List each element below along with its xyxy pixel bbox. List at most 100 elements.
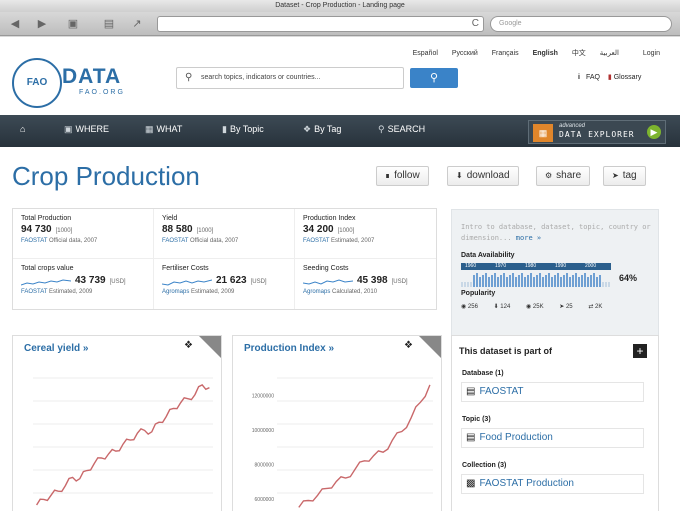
stat-unit: [1000] [196,228,214,234]
availability-bar [563,275,565,287]
lang-zh[interactable]: 中文 [572,50,586,57]
download-label: download [466,170,510,181]
address-bar[interactable]: C [157,16,484,32]
availability-bar [500,275,502,287]
nav-by-tag[interactable]: ❖ By Tag [303,124,341,135]
availability-bar [497,277,499,287]
stat-source-link[interactable]: FAOSTAT [303,238,329,244]
cereal-yield-title[interactable]: Cereal yield » [24,343,88,354]
logo-subtext: FAO.ORG [79,89,125,96]
availability-bar [461,282,463,287]
share-icon[interactable]: ↗ [128,16,146,32]
availability-bar [572,275,574,287]
popularity-label: Popularity [461,290,496,297]
stat-total-crops-value: Total crops value 43 739 [USD] FAOSTAT Es… [13,259,154,309]
production-index-title[interactable]: Production Index » [244,343,334,354]
more-link[interactable]: more » [516,234,541,242]
collection-item[interactable]: ▩ FAOSTAT Production [461,474,644,494]
reader-icon[interactable]: ▤ [100,16,118,32]
lang-es[interactable]: Español [413,50,438,57]
logo-text[interactable]: DATA [62,65,121,89]
stat-source-link[interactable]: Agromaps [162,289,189,295]
lang-en[interactable]: English [533,50,558,57]
tag-icon: ❖ [303,124,312,134]
bookmarks-icon[interactable]: ▣ [64,16,82,32]
stat-value: 88 580 [162,224,193,235]
nav-where[interactable]: ▣ WHERE [64,124,109,135]
data-explorer-button[interactable]: ▦ advanced DATA EXPLORER ▶ [528,120,666,144]
main-nav: ⌂ ▣ WHERE ▦ WHAT ▮ By Topic ❖ By Tag ⚲ SEARCH… [0,115,680,147]
glossary-link[interactable]: Glossary [614,74,642,81]
year-label: 2000 [585,263,597,269]
availability-bar [542,277,544,287]
stat-source-link[interactable]: FAOSTAT [21,238,47,244]
lang-fr[interactable]: Français [492,50,519,57]
add-icon[interactable]: + [633,344,647,358]
site-search-input[interactable]: ⚲ search topics, indicators or countries… [176,67,404,89]
nav-search[interactable]: ⚲ SEARCH [378,124,425,135]
availability-bar [593,273,595,287]
y-tick-label: 8000000 [255,462,275,468]
database-item[interactable]: ▤ FAOSTAT [461,382,644,402]
follow-button[interactable]: ∎ follow [376,166,429,186]
availability-bar [530,273,532,287]
stat-source-link[interactable]: Agromaps [303,289,330,295]
collection-icon: ▩ [466,478,476,489]
stat-unit: [1000] [55,228,73,234]
search-button[interactable]: ⚲ [410,68,458,88]
stat-note: Calculated, 2010 [332,289,378,295]
forward-icon[interactable]: ▶ [33,16,51,32]
faq-link[interactable]: FAQ [586,74,600,81]
stat-unit: [1000] [337,228,355,234]
stat-source-link[interactable]: FAOSTAT [21,289,47,295]
sparkline [303,279,353,285]
arrow-right-icon: ▶ [647,125,661,139]
explorer-advanced-label: advanced [559,123,586,129]
nav-what-label: WHAT [156,124,183,134]
indicator-summary: Total Production 94 730 [1000] FAOSTAT Of… [12,208,437,310]
home-icon[interactable]: ⌂ [20,124,25,134]
tag-icon[interactable]: ❖ [404,340,413,351]
nav-where-label: WHERE [75,124,110,134]
lang-ar[interactable]: العربية [600,50,619,57]
availability-bar [599,275,601,287]
availability-bar [608,282,610,287]
info-icon: i [578,74,580,81]
availability-bar [485,273,487,287]
download-icon: ⬇ [456,171,463,180]
login-link[interactable]: Login [643,50,660,57]
sparkline [21,279,71,286]
nav-by-topic[interactable]: ▮ By Topic [222,124,264,135]
topic-icon: ▮ [222,124,227,134]
availability-bar [518,275,520,287]
availability-bar [566,273,568,287]
browser-search-input[interactable]: Google [490,16,672,32]
lang-ru[interactable]: Русский [452,50,478,57]
y-tick-label: 12000000 [252,393,274,399]
follow-label: follow [394,170,420,181]
stat-value: 94 730 [21,224,52,235]
stat-value: 43 739 [75,275,106,286]
availability-bar [539,273,541,287]
nav-what[interactable]: ▦ WHAT [145,124,182,135]
reload-icon[interactable]: C [472,18,479,29]
dataset-part-of-panel: This dataset is part of + Database (1) ▤… [451,335,659,511]
share-button[interactable]: ⚙ share [536,166,591,186]
tag-icon[interactable]: ❖ [184,340,193,351]
availability-bar [521,273,523,287]
stat-source-link[interactable]: FAOSTAT [162,238,188,244]
topic-item[interactable]: ▤ Food Production [461,428,644,448]
stat-label: Total Production [21,215,72,222]
availability-bar [602,282,604,287]
tag-button[interactable]: ➤ tag [603,166,646,186]
availability-bar [515,277,517,287]
back-icon[interactable]: ◀ [6,16,24,32]
availability-bar [479,277,481,287]
availability-bar [587,277,589,287]
download-button[interactable]: ⬇ download [447,166,519,186]
visits-stat: ◉ 25K [525,304,544,310]
stat-fertiliser-costs: Fertiliser Costs 21 623 [USD] Agromaps Es… [154,259,295,309]
availability-bars [461,273,610,287]
availability-bar [524,277,526,287]
fao-logo-icon[interactable]: FAO [12,58,62,108]
